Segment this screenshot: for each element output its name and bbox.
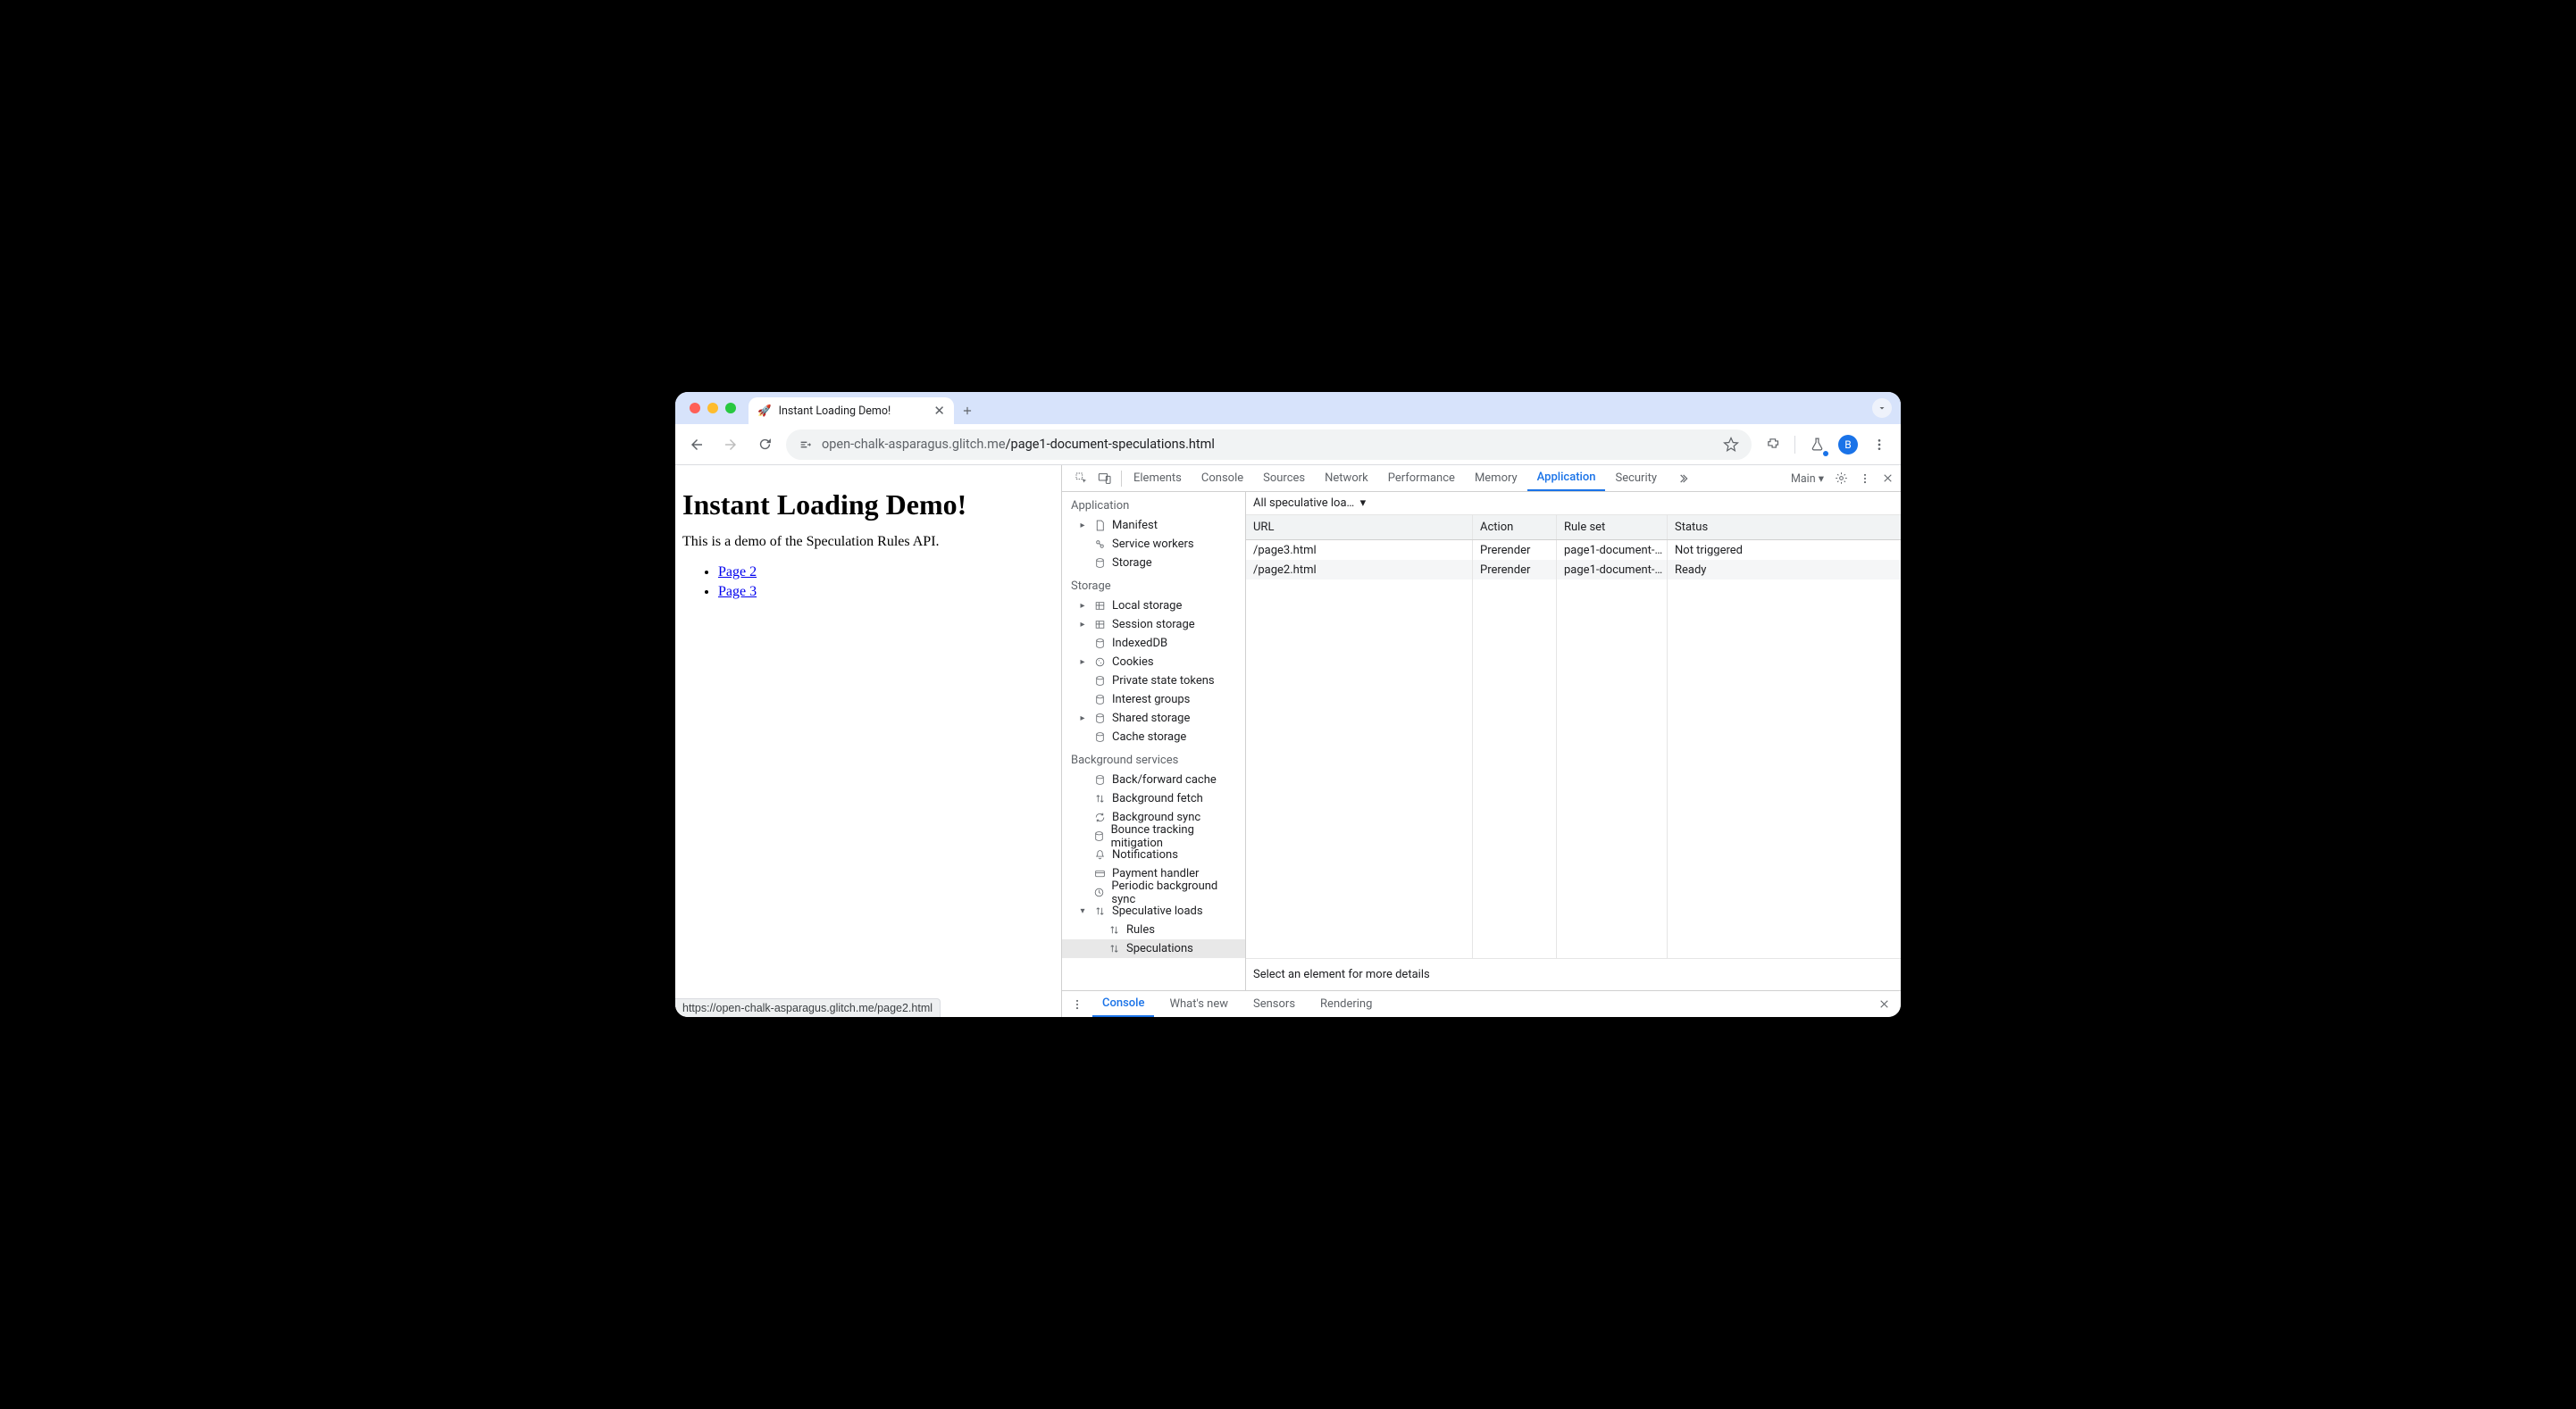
sidebar-item-bfcache[interactable]: Back/forward cache [1062,771,1245,789]
col-status[interactable]: Status [1668,515,1901,539]
sidebar-item-storage[interactable]: Storage [1062,554,1245,572]
drawer-tab-rendering[interactable]: Rendering [1310,991,1382,1017]
sidebar-item-service-workers[interactable]: Service workers [1062,535,1245,554]
drawer-tab-whatsnew[interactable]: What's new [1159,991,1238,1017]
table-header: URL Action Rule set Status [1246,515,1901,540]
minimize-window-icon[interactable] [707,403,718,413]
filter-dropdown[interactable]: All speculative loa… ▾ [1253,496,1366,510]
devtools-drawer: Console What's new Sensors Rendering [1062,990,1901,1017]
sidebar-item-local-storage[interactable]: ▸Local storage [1062,596,1245,615]
browser-window: 🚀 Instant Loading Demo! ✕ open-chalk-asp… [675,392,1901,1017]
target-selector[interactable]: Main ▾ [1791,471,1824,486]
bookmark-icon[interactable] [1723,437,1739,453]
rendered-page: Instant Loading Demo! This is a demo of … [675,465,1061,1017]
cell-status: Ready [1668,560,1901,579]
page-link-list: Page 2 Page 3 [682,563,1054,601]
close-tab-icon[interactable]: ✕ [933,404,945,418]
sidebar-item-manifest[interactable]: ▸Manifest [1062,516,1245,535]
back-button[interactable] [684,432,709,457]
devtools-tab-network[interactable]: Network [1315,465,1378,491]
drawer-menu-icon[interactable] [1067,998,1087,1011]
link-hover-status: https://open-chalk-asparagus.glitch.me/p… [675,998,941,1017]
sidebar-group-storage: Storage [1062,572,1245,596]
cell-action: Prerender [1473,540,1557,560]
maximize-window-icon[interactable] [725,403,736,413]
cell-url: /page3.html [1246,540,1473,560]
settings-icon[interactable] [1835,471,1848,485]
sidebar-group-application: Application [1062,492,1245,516]
sidebar-item-indexeddb[interactable]: IndexedDB [1062,634,1245,653]
site-settings-icon[interactable] [799,438,813,452]
devtools-tab-elements[interactable]: Elements [1124,465,1192,491]
page-paragraph: This is a demo of the Speculation Rules … [682,534,1054,550]
devtools-body: Application ▸Manifest Service workers St… [1062,492,1901,990]
reload-button[interactable] [752,432,777,457]
devtools-tabbar: Elements Console Sources Network Perform… [1062,465,1901,492]
toolbar: open-chalk-asparagus.glitch.me/page1-doc… [675,424,1901,465]
sidebar-item-private-state-tokens[interactable]: Private state tokens [1062,671,1245,690]
tab-title: Instant Loading Demo! [779,404,891,418]
profile-avatar[interactable]: B [1838,435,1858,454]
sidebar-item-interest-groups[interactable]: Interest groups [1062,690,1245,709]
drawer-tab-console[interactable]: Console [1092,991,1154,1017]
page-link[interactable]: Page 3 [718,584,757,599]
content-area: Instant Loading Demo! This is a demo of … [675,465,1901,1017]
devtools-tab-memory[interactable]: Memory [1465,465,1527,491]
sidebar-item-cookies[interactable]: ▸Cookies [1062,653,1245,671]
drawer-close-icon[interactable] [1878,998,1895,1010]
close-window-icon[interactable] [690,403,700,413]
inspect-icon[interactable] [1075,471,1089,486]
labs-icon[interactable] [1804,432,1829,457]
devtools: Elements Console Sources Network Perform… [1061,465,1901,1017]
speculations-panel: All speculative loa… ▾ URL Action Rule s… [1246,492,1901,990]
tab-strip: 🚀 Instant Loading Demo! ✕ [675,392,1901,424]
cell-ruleset: page1-document-… [1557,540,1668,560]
sidebar-item-rules[interactable]: Rules [1062,921,1245,939]
window-controls [690,392,736,424]
devtools-tab-console[interactable]: Console [1192,465,1253,491]
omnibox[interactable]: open-chalk-asparagus.glitch.me/page1-doc… [786,429,1752,460]
sidebar-item-cache-storage[interactable]: Cache storage [1062,728,1245,746]
device-toggle-icon[interactable] [1098,471,1112,486]
devtools-tab-performance[interactable]: Performance [1378,465,1465,491]
extensions-icon[interactable] [1761,432,1786,457]
devtools-close-icon[interactable] [1882,472,1894,484]
page-link[interactable]: Page 2 [718,564,757,579]
tab-favicon: 🚀 [757,404,772,418]
drawer-tab-sensors[interactable]: Sensors [1243,991,1305,1017]
new-tab-button[interactable] [954,397,981,424]
sidebar-item-session-storage[interactable]: ▸Session storage [1062,615,1245,634]
col-ruleset[interactable]: Rule set [1557,515,1668,539]
sidebar-item-speculations[interactable]: Speculations [1062,939,1245,958]
sidebar-item-shared-storage[interactable]: ▸Shared storage [1062,709,1245,728]
sidebar-item-periodic-sync[interactable]: Periodic background sync [1062,883,1245,902]
sidebar-group-background: Background services [1062,746,1245,771]
table-row[interactable]: /page3.html Prerender page1-document-… N… [1246,540,1901,560]
application-sidebar: Application ▸Manifest Service workers St… [1062,492,1246,990]
col-action[interactable]: Action [1473,515,1557,539]
cell-url: /page2.html [1246,560,1473,579]
cell-action: Prerender [1473,560,1557,579]
devtools-tab-sources[interactable]: Sources [1253,465,1315,491]
filter-row: All speculative loa… ▾ [1246,492,1901,515]
devtools-tab-application[interactable]: Application [1527,465,1606,491]
forward-button[interactable] [718,432,743,457]
col-url[interactable]: URL [1246,515,1473,539]
table-row[interactable]: /page2.html Prerender page1-document-… R… [1246,560,1901,579]
cell-status: Not triggered [1668,540,1901,560]
menu-icon[interactable] [1867,432,1892,457]
toolbar-divider [1794,436,1795,454]
devtools-menu-icon[interactable] [1859,472,1871,485]
sidebar-item-bounce-tracking[interactable]: Bounce tracking mitigation [1062,827,1245,846]
browser-tab[interactable]: 🚀 Instant Loading Demo! ✕ [749,397,954,424]
page-heading: Instant Loading Demo! [682,488,1054,521]
detail-placeholder: Select an element for more details [1246,958,1901,990]
devtools-tab-security[interactable]: Security [1605,465,1667,491]
tab-search-button[interactable] [1872,398,1892,418]
sidebar-item-background-fetch[interactable]: Background fetch [1062,789,1245,808]
cell-ruleset: page1-document-… [1557,560,1668,579]
devtools-tab-more[interactable] [1667,465,1699,491]
url-text: open-chalk-asparagus.glitch.me/page1-doc… [822,437,1215,452]
